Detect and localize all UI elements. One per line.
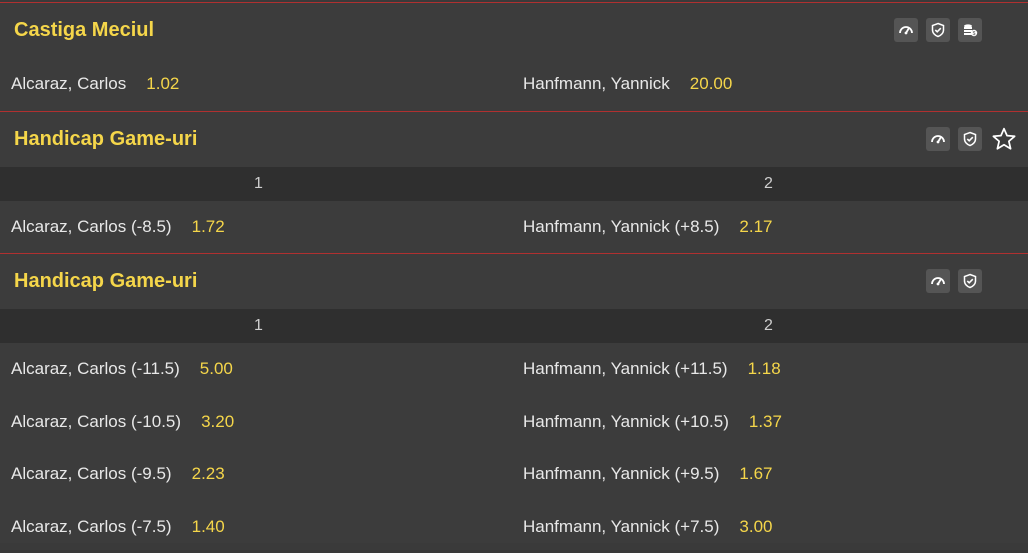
outcome-name: Hanfmann, Yannick (+9.5) [523, 464, 719, 484]
market-header: Handicap Game-uri [0, 112, 1028, 167]
outcome-row: Alcaraz, Carlos 1.02 Hanfmann, Yannick 2… [0, 58, 1028, 111]
outcome-odd: 1.18 [748, 359, 781, 379]
market-icons: $ [894, 18, 982, 42]
outcome-away[interactable]: Hanfmann, Yannick (+9.5) 1.67 [523, 448, 773, 501]
column-header: 1 2 [0, 309, 1028, 343]
market-castiga-meciul: Castiga Meciul $ Alcaraz, Carlos 1.02 Ha… [0, 2, 1028, 111]
outcome-name: Hanfmann, Yannick (+10.5) [523, 412, 729, 432]
outcome-odd: 20.00 [690, 74, 733, 94]
star-icon[interactable] [990, 125, 1018, 153]
outcome-odd: 1.02 [146, 74, 179, 94]
outcome-name: Alcaraz, Carlos [11, 74, 126, 94]
market-handicap-game-uri-2: Handicap Game-uri 1 2 Alcaraz, Carlos (-… [0, 253, 1028, 543]
svg-text:$: $ [973, 31, 976, 37]
market-icons [926, 127, 1018, 153]
outcome-name: Hanfmann, Yannick (+8.5) [523, 217, 719, 237]
column-label-1: 1 [254, 317, 263, 335]
speedometer-icon[interactable] [926, 269, 950, 293]
coins-icon[interactable]: $ [958, 18, 982, 42]
column-header: 1 2 [0, 167, 1028, 201]
outcome-away[interactable]: Hanfmann, Yannick (+10.5) 1.37 [523, 396, 782, 449]
outcome-odd: 3.20 [201, 412, 234, 432]
outcome-name: Hanfmann, Yannick [523, 74, 670, 94]
outcome-name: Alcaraz, Carlos (-7.5) [11, 517, 172, 537]
market-header: Castiga Meciul $ [0, 3, 1028, 58]
outcome-home[interactable]: Alcaraz, Carlos (-9.5) 2.23 [11, 448, 225, 501]
outcome-name: Hanfmann, Yannick (+11.5) [523, 359, 728, 379]
outcome-home[interactable]: Alcaraz, Carlos 1.02 [11, 58, 179, 111]
market-icons [926, 269, 982, 293]
market-title: Handicap Game-uri [14, 127, 197, 151]
outcome-row: Alcaraz, Carlos (-11.5) 5.00 Hanfmann, Y… [0, 343, 1028, 396]
column-label-2: 2 [764, 175, 773, 193]
market-title: Castiga Meciul [14, 18, 154, 42]
outcome-odd: 1.40 [192, 517, 225, 537]
outcome-away[interactable]: Hanfmann, Yannick (+11.5) 1.18 [523, 343, 781, 396]
speedometer-icon[interactable] [894, 18, 918, 42]
column-label-2: 2 [764, 317, 773, 335]
shield-check-icon[interactable] [958, 269, 982, 293]
outcome-odd: 2.17 [739, 217, 772, 237]
outcome-home[interactable]: Alcaraz, Carlos (-10.5) 3.20 [11, 396, 234, 449]
outcome-away[interactable]: Hanfmann, Yannick (+8.5) 2.17 [523, 201, 773, 254]
outcome-row: Alcaraz, Carlos (-10.5) 3.20 Hanfmann, Y… [0, 396, 1028, 449]
outcome-odd: 1.37 [749, 412, 782, 432]
outcome-odd: 2.23 [192, 464, 225, 484]
outcome-row: Alcaraz, Carlos (-8.5) 1.72 Hanfmann, Ya… [0, 201, 1028, 254]
outcome-row: Alcaraz, Carlos (-7.5) 1.40 Hanfmann, Ya… [0, 501, 1028, 553]
outcome-name: Alcaraz, Carlos (-8.5) [11, 217, 172, 237]
outcome-home[interactable]: Alcaraz, Carlos (-11.5) 5.00 [11, 343, 233, 396]
outcome-name: Alcaraz, Carlos (-9.5) [11, 464, 172, 484]
outcome-odd: 3.00 [739, 517, 772, 537]
outcome-away[interactable]: Hanfmann, Yannick 20.00 [523, 58, 732, 111]
shield-check-icon[interactable] [926, 18, 950, 42]
shield-check-icon[interactable] [958, 127, 982, 151]
outcome-name: Hanfmann, Yannick (+7.5) [523, 517, 719, 537]
market-header: Handicap Game-uri [0, 254, 1028, 309]
outcome-home[interactable]: Alcaraz, Carlos (-8.5) 1.72 [11, 201, 225, 254]
market-title: Handicap Game-uri [14, 269, 197, 293]
outcome-odd: 1.72 [192, 217, 225, 237]
market-handicap-game-uri: Handicap Game-uri 1 2 Alcaraz, Carlos (-… [0, 111, 1028, 253]
outcome-row: Alcaraz, Carlos (-9.5) 2.23 Hanfmann, Ya… [0, 448, 1028, 501]
outcome-name: Alcaraz, Carlos (-11.5) [11, 359, 180, 379]
outcome-away[interactable]: Hanfmann, Yannick (+7.5) 3.00 [523, 501, 773, 553]
outcome-odd: 5.00 [200, 359, 233, 379]
outcome-home[interactable]: Alcaraz, Carlos (-7.5) 1.40 [11, 501, 225, 553]
outcome-name: Alcaraz, Carlos (-10.5) [11, 412, 181, 432]
speedometer-icon[interactable] [926, 127, 950, 151]
column-label-1: 1 [254, 175, 263, 193]
outcome-odd: 1.67 [739, 464, 772, 484]
